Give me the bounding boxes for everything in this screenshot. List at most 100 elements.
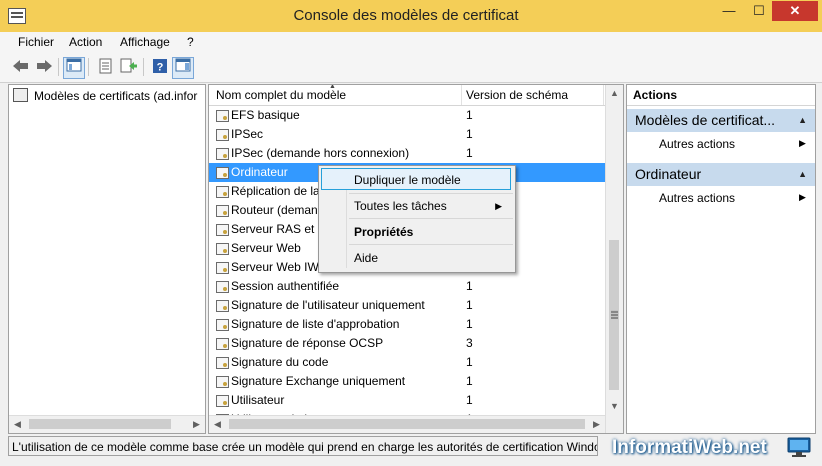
certificate-template-icon — [216, 376, 229, 388]
scrollbar-thumb[interactable] — [229, 419, 585, 429]
chevron-right-icon: ▶ — [799, 138, 806, 148]
schema-version: 3 — [466, 336, 473, 350]
schema-version: 1 — [466, 317, 473, 331]
action-more-actions[interactable]: Autres actions — [659, 137, 735, 151]
title-bar[interactable]: Console des modèles de certificat — ☐ ✕ — [0, 0, 822, 33]
action-section-computer[interactable]: Ordinateur ▲ — [627, 163, 815, 186]
template-name: Utilisateur — [231, 393, 285, 407]
table-row[interactable]: IPSec 1 — [209, 125, 605, 144]
list-horizontal-scrollbar[interactable]: ◀ ▶ — [209, 415, 605, 433]
column-divider[interactable] — [603, 85, 604, 105]
scrollbar-thumb[interactable] — [29, 419, 171, 429]
template-name: EFS basique — [231, 108, 300, 122]
forward-arrow-icon[interactable] — [33, 57, 55, 79]
template-name: Signature de liste d'approbation — [231, 317, 400, 331]
help-icon[interactable]: ? — [149, 57, 171, 79]
action-pane-icon[interactable] — [172, 57, 194, 79]
list-vertical-scrollbar[interactable]: ▲ ▬ ▬ ▬ ▼ — [605, 85, 623, 433]
menu-action[interactable]: Action — [69, 35, 102, 49]
action-section-templates[interactable]: Modèles de certificat... ▲ — [627, 109, 815, 132]
column-header-version[interactable]: Version de schéma — [466, 88, 568, 102]
scroll-left-icon[interactable]: ◀ — [9, 416, 26, 433]
table-row[interactable]: Session authentifiée 1 — [209, 277, 605, 296]
table-row[interactable]: Utilisateur 1 — [209, 391, 605, 410]
table-row[interactable]: Signature de réponse OCSP 3 — [209, 334, 605, 353]
list-header: Nom complet du modèle ▲ Version de schém… — [209, 85, 605, 106]
duplicate-template-item[interactable]: Dupliquer le modèle — [321, 168, 511, 190]
certificate-template-icon — [216, 110, 229, 122]
collapse-icon[interactable]: ▲ — [798, 109, 807, 132]
certificate-template-icon — [216, 186, 229, 198]
certificate-template-icon — [216, 148, 229, 160]
certificate-template-icon — [216, 129, 229, 141]
tree-root-label: Modèles de certificats (ad.infor — [34, 89, 198, 103]
svg-text:?: ? — [157, 62, 164, 74]
certificate-template-icon — [216, 167, 229, 179]
close-button[interactable]: ✕ — [772, 1, 818, 21]
back-arrow-icon[interactable] — [10, 57, 32, 79]
menu-fichier[interactable]: Fichier — [18, 35, 54, 49]
schema-version: 1 — [466, 127, 473, 141]
certificate-template-icon — [216, 281, 229, 293]
menu-help[interactable]: ? — [187, 35, 194, 49]
schema-version: 1 — [466, 279, 473, 293]
column-header-name[interactable]: Nom complet du modèle — [216, 88, 346, 102]
table-row[interactable]: Signature Exchange uniquement 1 — [209, 372, 605, 391]
window-title: Console des modèles de certificat — [293, 7, 519, 24]
table-row[interactable]: EFS basique 1 — [209, 106, 605, 125]
certificate-template-icon — [216, 300, 229, 312]
schema-version: 1 — [466, 393, 473, 407]
informatiweb-logo: InformatiWeb.net — [604, 434, 818, 462]
menu-separator — [349, 244, 513, 245]
template-name: Réplication de la — [231, 184, 320, 198]
template-name: IPSec — [231, 127, 264, 141]
export-list-icon[interactable] — [118, 57, 140, 79]
computer-icon — [787, 437, 811, 457]
tree-root-item[interactable]: Modèles de certificats (ad.infor — [13, 88, 203, 103]
certificate-template-icon — [216, 205, 229, 217]
template-name: Ordinateur — [231, 165, 288, 179]
action-more-actions[interactable]: Autres actions — [659, 191, 735, 205]
table-row[interactable]: Signature de l'utilisateur uniquement 1 — [209, 296, 605, 315]
all-tasks-label: Toutes les tâches — [354, 199, 447, 213]
menu-affichage[interactable]: Affichage — [120, 35, 170, 49]
tree-horizontal-scrollbar[interactable]: ◀ ▶ — [9, 415, 205, 433]
scrollbar-grip-icon: ▬ ▬ ▬ — [611, 308, 618, 321]
certificate-templates-icon — [13, 88, 28, 102]
actions-pane: Actions Modèles de certificat... ▲ Autre… — [626, 84, 816, 434]
actions-title: Actions — [627, 85, 815, 106]
template-name: Routeur (deman — [231, 203, 318, 217]
properties-item[interactable]: Propriétés — [321, 220, 511, 242]
certificate-template-icon — [216, 319, 229, 331]
schema-version: 1 — [466, 374, 473, 388]
scroll-up-icon[interactable]: ▲ — [606, 85, 623, 102]
table-row[interactable]: IPSec (demande hors connexion) 1 — [209, 144, 605, 163]
sort-ascending-icon: ▲ — [329, 84, 336, 90]
all-tasks-item[interactable]: Toutes les tâches ▶ — [321, 194, 511, 216]
show-tree-icon[interactable] — [63, 57, 85, 79]
certificate-template-icon — [216, 357, 229, 369]
scroll-right-icon[interactable]: ▶ — [188, 416, 205, 433]
help-item[interactable]: Aide — [321, 246, 511, 268]
schema-version: 1 — [466, 355, 473, 369]
certificate-template-icon — [216, 262, 229, 274]
chevron-right-icon: ▶ — [799, 192, 806, 202]
properties-icon[interactable] — [95, 57, 117, 79]
toolbar-separator — [58, 58, 59, 76]
menu-separator — [349, 218, 513, 219]
scroll-left-icon[interactable]: ◀ — [209, 416, 226, 433]
collapse-icon[interactable]: ▲ — [798, 163, 807, 186]
tree-pane[interactable]: Modèles de certificats (ad.infor ◀ ▶ — [8, 84, 206, 434]
scroll-right-icon[interactable]: ▶ — [588, 416, 605, 433]
maximize-button[interactable]: ☐ — [746, 1, 772, 21]
certificate-template-icon — [216, 395, 229, 407]
table-row[interactable]: Signature de liste d'approbation 1 — [209, 315, 605, 334]
submenu-arrow-icon: ▶ — [495, 201, 502, 211]
column-divider[interactable] — [461, 85, 462, 105]
context-menu: Dupliquer le modèle Toutes les tâches ▶ … — [318, 165, 516, 273]
certificate-template-icon — [216, 243, 229, 255]
minimize-button[interactable]: — — [712, 1, 746, 21]
table-row[interactable]: Signature du code 1 — [209, 353, 605, 372]
template-name: Signature de réponse OCSP — [231, 336, 384, 350]
scroll-down-icon[interactable]: ▼ — [606, 398, 623, 415]
